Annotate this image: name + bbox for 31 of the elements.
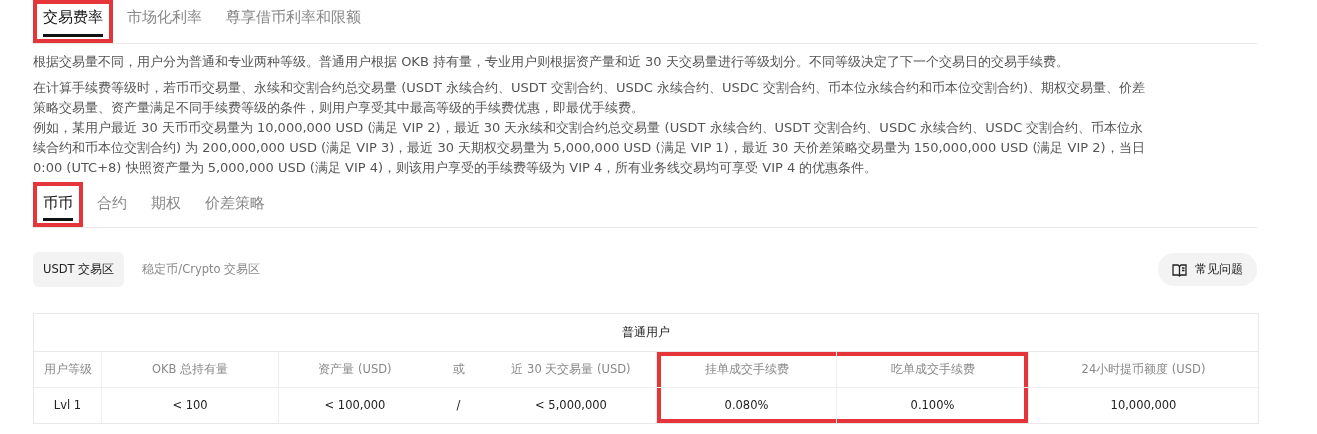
table-cell-text: Lvl 1 bbox=[52, 397, 83, 414]
column-header: 近 30 天交易量 (USD) bbox=[510, 361, 632, 378]
column-header: 用户等级 bbox=[42, 361, 93, 378]
column-header: 资产量 (USD) bbox=[278, 352, 431, 387]
description-text: 根据交易量不同，用户分为普通和专业两种等级。普通用户根据 OKB 持有量，专业用户则根据资产量和近 30 天交易量进行等级划分。不同等级决定了下一个交易日的交易手续费。 bbox=[33, 53, 1070, 71]
tab[interactable]: 尊享借币利率和限额 bbox=[216, 0, 371, 43]
tab[interactable]: 价差策略 bbox=[195, 182, 275, 227]
column-header: 挂单成交手续费 bbox=[656, 352, 836, 387]
tab[interactable]: 期权 bbox=[141, 182, 191, 227]
faq-button[interactable]: 常见问题 bbox=[1158, 253, 1257, 286]
table-cell: < 100 bbox=[101, 388, 278, 423]
table-cell: 10,000,000 bbox=[1028, 388, 1258, 423]
table-cell: 0.100% bbox=[836, 388, 1028, 423]
column-header: OKB 总持有量 bbox=[101, 352, 278, 387]
tab[interactable]: 交易费率 bbox=[33, 0, 113, 43]
table-cell-text: / bbox=[455, 397, 462, 414]
tab[interactable]: 合约 bbox=[87, 182, 137, 227]
table-cell: 0.080% bbox=[656, 388, 836, 423]
column-header: 24小时提币额度 (USD) bbox=[1028, 352, 1258, 387]
description-text: 例如，某用户最近 30 天币币交易量为 10,000,000 USD (满足 VIP 2)，最近 30 天永续和交割合约总交易量 (USDT 永续合约、USDT 交割合约、USDC 永续合约、USDC 交割合约、币本位永续合约和币本位交割合约) 为 200,000,000 USD (满足 VIP 3)，最近 30 天期权交易量为 5,000,000 USD (满足 VIP 1)，最近 30 天价差策略交易量为 150,000,000 USD (满足 VIP 2)，当日 0:00 (UTC+8) 快照资产量为 5,000,000 USD (满足 VIP 4)，则该用户享受的手续费等级为 VIP 4，所有业务线交易均可享受 VIP 4 的优惠条件。 bbox=[33, 119, 1146, 177]
zone-tab[interactable]: 稳定币/Crypto 交易区 bbox=[132, 252, 271, 287]
column-header: 或 bbox=[451, 361, 466, 378]
column-header: 吃单成交手续费 bbox=[836, 352, 1028, 387]
tab[interactable]: 市场化利率 bbox=[117, 0, 212, 43]
zone-tab[interactable]: USDT 交易区 bbox=[33, 252, 125, 287]
table-cell: < 100,000 bbox=[278, 388, 431, 423]
tab[interactable]: 币币 bbox=[33, 182, 83, 227]
group-header: 普通用户 bbox=[34, 314, 1258, 352]
table-cell-text: < 5,000,000 bbox=[534, 397, 608, 414]
book-icon bbox=[1172, 262, 1187, 277]
description-text: 在计算手续费等级时，若币币交易量、永续和交割合约总交易量 (USDT 永续合约、USDT 交割合约、USDC 永续合约、USDC 交割合约、币本位永续合约和币本位交割合约)、期权交易量、价差策略交易量、资产量满足不同手续费等级的条件，则用户享受其中最高等级的手续费优惠，即最优手续费。 bbox=[33, 79, 1146, 117]
